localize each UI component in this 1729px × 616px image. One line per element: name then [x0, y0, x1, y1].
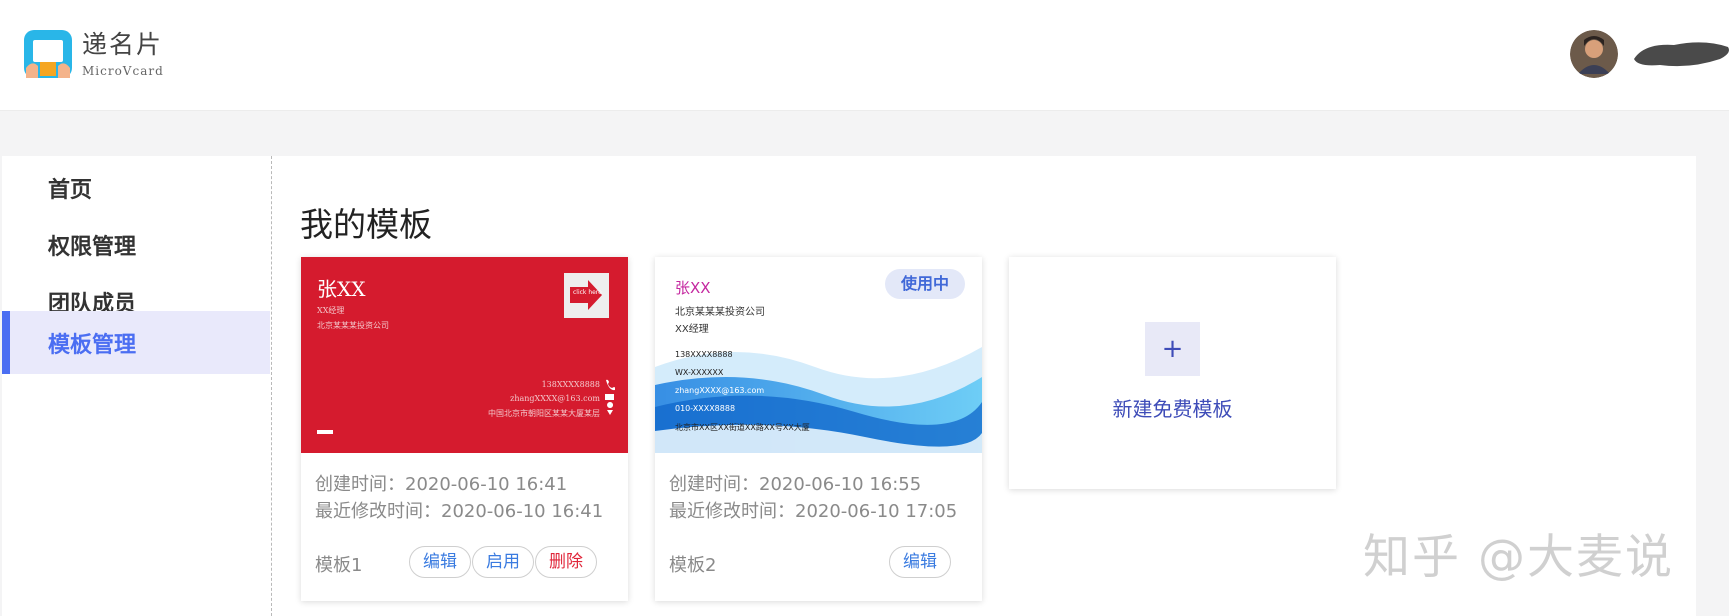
logo-text-cn: 递名片 [82, 29, 164, 59]
created-time: 创建时间：2020-06-10 16:41 [315, 474, 568, 495]
sidebar-item-permissions[interactable]: 权限管理 [2, 213, 270, 276]
watermark: 知乎 @大麦说 [1363, 530, 1674, 585]
preview-address: 中国北京市朝阳区某某大厦某层 [488, 409, 600, 418]
modified-time: 最近修改时间：2020-06-10 16:41 [315, 501, 604, 522]
preview-phone: 138XXXX8888 [675, 350, 733, 359]
preview-wechat: WX-XXXXXX [675, 368, 724, 377]
preview-address: 北京市XX区XX街道XX路XX号XX大厦 [675, 423, 810, 432]
preview-name: 张XX [317, 277, 366, 301]
sidebar: 首页 权限管理 团队成员 模板管理 [2, 156, 272, 616]
template-card: 张XX XX经理 北京某某某投资公司 click here 138XXXX888… [301, 257, 628, 601]
preview-email: zhangXXXX@163.com [510, 394, 600, 403]
status-badge: 使用中 [885, 269, 966, 299]
logo-text-en: MicroVcard [82, 63, 164, 78]
user-menu[interactable] [1570, 30, 1729, 78]
delete-button[interactable]: 删除 [535, 546, 597, 578]
page-title: 我的模板 [300, 205, 432, 244]
preview-company: 北京某某某投资公司 [317, 321, 389, 330]
template-preview[interactable]: 张XX XX经理 北京某某某投资公司 click here 138XXXX888… [301, 257, 628, 453]
edit-button[interactable]: 编辑 [889, 546, 951, 578]
arrow-right-icon: click here [570, 280, 602, 310]
edit-button[interactable]: 编辑 [409, 546, 471, 578]
avatar[interactable] [1570, 30, 1618, 78]
badge-text: click here [573, 289, 602, 296]
template-preview[interactable]: 张XX 北京某某某投资公司 XX经理 138XXXX8888 WX-XXXXXX… [655, 257, 982, 453]
preview-title: XX经理 [675, 324, 709, 335]
sidebar-item-template-management[interactable]: 模板管理 [2, 311, 270, 374]
logo-icon [24, 30, 72, 78]
template-name: 模板2 [669, 555, 717, 576]
contact-icons [605, 379, 615, 415]
created-time: 创建时间：2020-06-10 16:55 [669, 474, 922, 495]
preview-name: 张XX [675, 279, 711, 297]
modified-time: 最近修改时间：2020-06-10 17:05 [669, 501, 958, 522]
redacted-username [1634, 42, 1729, 67]
sidebar-item-home[interactable]: 首页 [2, 156, 270, 219]
preview-title: XX经理 [317, 306, 345, 315]
top-bar: 递名片 MicroVcard [0, 0, 1729, 111]
template-card: 张XX 北京某某某投资公司 XX经理 138XXXX8888 WX-XXXXXX… [655, 257, 982, 601]
click-here-badge: click here [564, 273, 609, 318]
red-card-preview: 张XX XX经理 北京某某某投资公司 click here 138XXXX888… [301, 257, 628, 453]
preview-tel: 010-XXXX8888 [675, 404, 736, 413]
preview-dash [317, 430, 333, 434]
preview-company: 北京某某某投资公司 [675, 307, 765, 318]
logo[interactable]: 递名片 MicroVcard [22, 28, 164, 80]
new-template-card[interactable]: + 新建免费模板 [1009, 257, 1336, 489]
enable-button[interactable]: 启用 [472, 546, 534, 578]
blue-card-preview: 张XX 北京某某某投资公司 XX经理 138XXXX8888 WX-XXXXXX… [655, 257, 982, 453]
plus-icon[interactable]: + [1145, 322, 1200, 376]
preview-email: zhangXXXX@163.com [675, 386, 765, 395]
template-name: 模板1 [315, 555, 363, 576]
new-template-label[interactable]: 新建免费模板 [1009, 393, 1336, 422]
preview-phone: 138XXXX8888 [541, 380, 600, 389]
